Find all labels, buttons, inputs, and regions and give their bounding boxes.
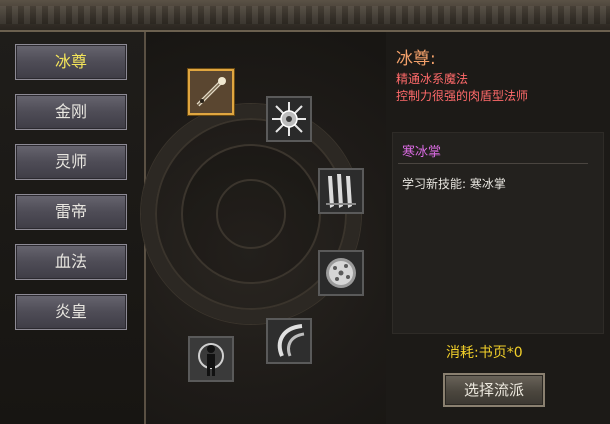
ice-claw-icon[interactable] (318, 168, 364, 214)
frost-orb-icon[interactable] (318, 250, 364, 296)
cost-label: 消耗:书页*0 (446, 345, 523, 361)
tab-yanhuang[interactable]: 炎皇 (15, 294, 127, 330)
tab-xuefa[interactable]: 血法 (15, 244, 127, 280)
top-decorative-border (0, 0, 610, 32)
detail-divider (398, 163, 588, 164)
ice-burst-icon[interactable] (266, 96, 312, 142)
school-description-line-2: 控制力很强的肉盾型法师 (396, 89, 529, 103)
tab-lingshi[interactable]: 灵师 (15, 144, 127, 180)
staff-icon[interactable] (188, 69, 234, 115)
skill-description: 学习新技能: 寒冰掌 (402, 177, 506, 191)
school-description-line-1: 精通冰系魔法 (396, 72, 469, 86)
figure-icon[interactable] (188, 336, 234, 382)
school-title: 冰尊: (396, 49, 436, 69)
tab-jingang[interactable]: 金刚 (15, 94, 127, 130)
select-school-button[interactable]: 选择流派 (443, 373, 545, 407)
tab-leidi[interactable]: 雷帝 (15, 194, 127, 230)
tab-bingzun[interactable]: 冰尊 (15, 44, 127, 80)
skill-wheel-core (216, 179, 286, 249)
skill-name: 寒冰掌 (402, 145, 442, 160)
crescent-wave-icon[interactable] (266, 318, 312, 364)
skill-tree-area (141, 32, 386, 424)
